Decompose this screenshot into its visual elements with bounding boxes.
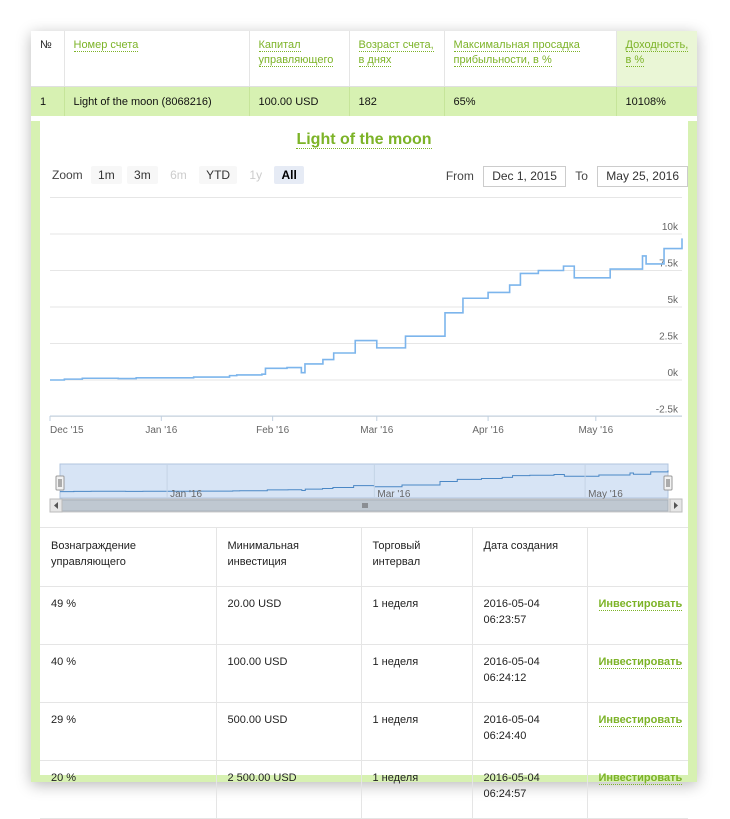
created-date: 2016-05-04 [483,598,540,610]
cell-min-investment: 20.00 USD [216,586,362,645]
created-time: 06:24:12 [483,672,527,684]
cell-action: Инвестировать [587,702,688,761]
y-tick-label: 5k [667,295,679,306]
cell-fee: 49 % [40,586,217,645]
col-header-fee: Вознаграждение управляющего [40,527,217,587]
cell-created: 2016-05-04 06:24:40 [472,702,588,761]
created-date: 2016-05-04 [483,772,540,784]
navigator-left-handle[interactable] [55,475,65,491]
x-tick-label: Feb '16 [256,425,289,436]
created-time: 06:24:57 [483,788,527,800]
cell-fee: 20 % [40,760,217,819]
cell-capital: 100.00 USD [249,86,350,116]
cell-min-investment: 500.00 USD [216,702,362,761]
x-tick-label: May '16 [578,425,613,436]
account-details-panel: Light of the moon Zoom 1m 3m 6m YTD 1y A… [31,121,697,819]
table-row: 40 % 100.00 USD 1 неделя 2016-05-04 06:24… [40,644,688,703]
cell-min-investment: 100.00 USD [216,644,362,703]
cell-action: Инвестировать [587,760,688,819]
accounts-table-header: № Номер счета Капитал управляющего Возра… [31,31,697,87]
navigator-tick-label: Jan '16 [170,489,202,500]
cell-action: Инвестировать [587,644,688,703]
cell-created: 2016-05-04 06:23:57 [472,586,588,645]
navigator-right-handle[interactable] [663,475,673,491]
col-header-yield[interactable]: Доходность, в % [616,31,697,87]
col-header-age[interactable]: Возраст счета, в днях [349,31,445,87]
cell-action: Инвестировать [587,586,688,645]
created-time: 06:23:57 [483,614,527,626]
cell-drawdown: 65% [444,86,617,116]
account-card: № Номер счета Капитал управляющего Возра… [31,31,697,819]
created-date: 2016-05-04 [483,714,540,726]
invest-button[interactable]: Инвестировать [598,772,683,785]
cell-account: Light of the moon (8068216) [64,86,250,116]
cell-interval: 1 неделя [361,760,473,819]
col-header-account[interactable]: Номер счета [64,31,250,87]
cell-created: 2016-05-04 06:24:12 [472,644,588,703]
x-tick-label: Mar '16 [360,425,393,436]
col-header-drawdown[interactable]: Максимальная просадка прибыльности, в % [444,31,617,87]
x-tick-label: Jan '16 [145,425,177,436]
invest-button[interactable]: Инвестировать [598,656,683,669]
cell-interval: 1 неделя [361,586,473,645]
navigator-tick-label: May '16 [588,489,623,500]
y-tick-label: 2.5k [659,332,679,343]
col-header-interval: Торговый интервал [361,527,473,587]
offers-table-header: Вознаграждение управляющего Минимальная … [40,527,688,587]
col-header-capital[interactable]: Капитал управляющего [249,31,350,87]
x-tick-label: Apr '16 [472,425,504,436]
col-header-created: Дата создания [472,527,588,587]
navigator-tick-label: Mar '16 [377,489,410,500]
table-row: 29 % 500.00 USD 1 неделя 2016-05-04 06:24… [40,702,688,761]
invest-button[interactable]: Инвестировать [598,714,683,727]
col-header-min-investment: Минимальная инвестиция [216,527,362,587]
equity-chart: 10k7.5k5k2.5k0k-2.5kDec '15 Jan '16 Feb '1… [49,197,683,513]
cell-fee: 29 % [40,702,217,761]
investment-offers-table: Вознаграждение управляющего Минимальная … [40,527,688,819]
cell-interval: 1 неделя [361,702,473,761]
table-row: 20 % 2 500.00 USD 1 неделя 2016-05-04 06:… [40,760,688,819]
cell-created: 2016-05-04 06:24:57 [472,760,588,819]
table-row: 49 % 20.00 USD 1 неделя 2016-05-04 06:23:… [40,586,688,645]
cell-min-investment: 2 500.00 USD [216,760,362,819]
y-tick-label: 0k [667,368,679,379]
col-header-number: № [31,31,65,87]
cell-fee: 40 % [40,644,217,703]
cell-interval: 1 неделя [361,644,473,703]
accounts-table: № Номер счета Капитал управляющего Возра… [31,31,697,116]
col-header-action [587,527,688,587]
table-row[interactable]: 1 Light of the moon (8068216) 100.00 USD… [31,86,697,116]
cell-number: 1 [31,86,65,116]
equity-line [50,238,683,381]
cell-age: 182 [349,86,445,116]
navigator-window [59,463,669,499]
created-time: 06:24:40 [483,730,527,742]
y-tick-label: -2.5k [656,405,679,416]
created-date: 2016-05-04 [483,656,540,668]
cell-yield: 10108% [616,86,697,116]
details-inner: Light of the moon Zoom 1m 3m 6m YTD 1y A… [40,121,688,819]
y-tick-label: 10k [662,222,679,233]
x-tick-label: Dec '15 [50,425,84,436]
invest-button[interactable]: Инвестировать [598,598,683,611]
